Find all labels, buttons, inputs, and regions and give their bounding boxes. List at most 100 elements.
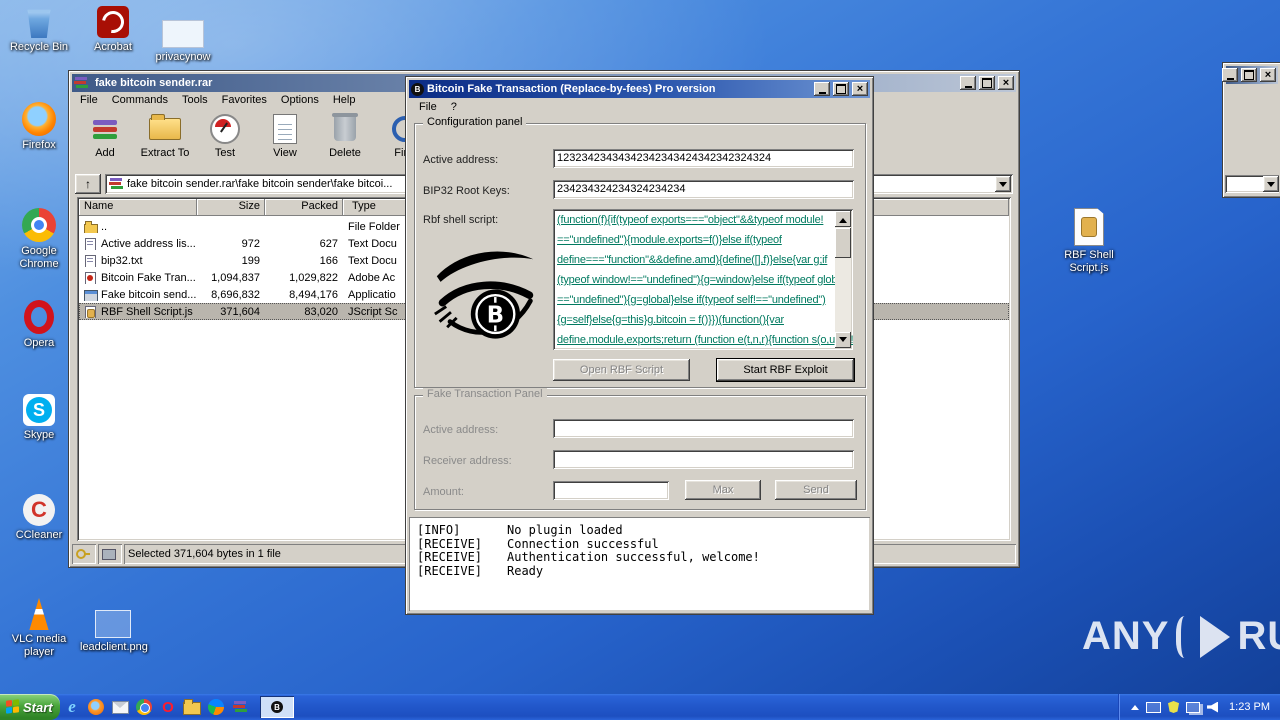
add-archive-icon (93, 120, 117, 139)
desktop-icon-acrobat[interactable]: Acrobat (80, 6, 146, 54)
menu-file[interactable]: File (412, 99, 444, 115)
amount-spinner-input[interactable] (553, 481, 669, 500)
ccleaner-icon: C (23, 494, 55, 526)
max-button[interactable]: Max (685, 480, 761, 500)
menu-help[interactable]: Help (326, 92, 363, 108)
scrollbar[interactable] (835, 211, 851, 348)
watermark-text-right: RUN (1237, 614, 1280, 659)
tray-expand-icon[interactable] (1131, 701, 1139, 710)
scroll-up-button[interactable] (835, 211, 851, 227)
toolbar-label: Extract To (141, 147, 190, 159)
quicklaunch-mail[interactable] (108, 695, 132, 719)
open-rbf-script-button[interactable]: Open RBF Script (553, 359, 690, 381)
close-button[interactable]: × (998, 76, 1014, 90)
desktop-icon-skype[interactable]: S Skype (6, 394, 72, 442)
background-window-titlebar[interactable]: × (1226, 66, 1278, 84)
bip32-root-keys-input[interactable]: 234234324234324234234 (553, 180, 854, 199)
desktop-icon-vlc[interactable]: VLC media player (6, 598, 72, 659)
toolbar-label: Add (95, 147, 115, 159)
maximize-button[interactable] (1241, 68, 1257, 82)
start-rbf-exploit-button[interactable]: Start RBF Exploit (717, 359, 854, 381)
dropdown-button[interactable] (1263, 176, 1279, 192)
quicklaunch-ie[interactable]: e (60, 695, 84, 719)
toolbar-view-button[interactable]: View (257, 109, 313, 171)
scroll-down-button[interactable] (835, 332, 851, 348)
quicklaunch-folder[interactable] (180, 695, 204, 719)
disk-icon (102, 549, 116, 560)
firefox-icon (88, 699, 104, 715)
fake-transaction-panel-group: Fake Transaction Panel Active address: R… (414, 395, 866, 510)
background-address-bar[interactable] (1225, 175, 1279, 193)
winrar-menubar: File Commands Tools Favorites Options He… (73, 92, 362, 108)
mail-icon (112, 701, 129, 714)
menu-commands[interactable]: Commands (105, 92, 175, 108)
desktop: Recycle Bin Acrobat privacynow Firefox G… (0, 0, 1280, 720)
active-task-button[interactable]: B (260, 696, 294, 718)
watermark-text-left: ANY (1082, 614, 1169, 659)
volume-icon[interactable] (1207, 702, 1218, 713)
active-address-input[interactable]: 12323423434342342343424342342324324 (553, 149, 854, 168)
receiver-address-label: Receiver address: (423, 455, 512, 467)
minimize-button[interactable] (960, 76, 976, 90)
chevron-down-icon (839, 337, 847, 346)
header-size[interactable]: Size (197, 199, 265, 216)
quicklaunch-opera[interactable]: O (156, 695, 180, 719)
configuration-panel-group: Configuration panel Active address: 1232… (414, 123, 866, 388)
close-button[interactable]: × (852, 82, 868, 96)
desktop-icon-firefox[interactable]: Firefox (6, 102, 72, 152)
desktop-icon-opera[interactable]: Opera (6, 300, 72, 350)
header-name[interactable]: Name (79, 199, 197, 216)
text-file-icon (84, 255, 97, 267)
minimize-button[interactable] (814, 82, 830, 96)
menu-favorites[interactable]: Favorites (215, 92, 274, 108)
receiver-address-input[interactable] (553, 450, 854, 469)
desktop-icon-rbf-shell-script[interactable]: RBF Shell Script.js (1056, 208, 1122, 275)
menu-tools[interactable]: Tools (175, 92, 215, 108)
bip32-root-keys-label: BIP32 Root Keys: (423, 185, 510, 197)
log-line: [RECEIVE]Authentication successful, welc… (417, 551, 862, 565)
desktop-icon-recycle-bin[interactable]: Recycle Bin (6, 6, 72, 54)
scrollbar-thumb[interactable] (835, 228, 851, 258)
toolbar-label: Test (215, 147, 235, 159)
toolbar-add-button[interactable]: Add (77, 109, 133, 171)
minimize-button[interactable] (1222, 68, 1238, 82)
desktop-icon-leadclient[interactable]: leadclient.png (80, 610, 146, 654)
keyboard-layout-icon[interactable] (1146, 702, 1161, 713)
system-tray: 1:23 PM (1118, 694, 1280, 720)
toolbar-delete-button[interactable]: Delete (317, 109, 373, 171)
quicklaunch-winrar[interactable] (228, 695, 252, 719)
quicklaunch-media-player[interactable] (204, 695, 228, 719)
log-line: [RECEIVE]Connection successful (417, 538, 862, 552)
toolbar-extract-button[interactable]: Extract To (137, 109, 193, 171)
quicklaunch-chrome[interactable] (132, 695, 156, 719)
address-dropdown-button[interactable] (995, 176, 1011, 192)
extract-folder-icon (149, 118, 181, 140)
quicklaunch-firefox[interactable] (84, 695, 108, 719)
maximize-button[interactable] (833, 82, 849, 96)
icon-label: leadclient.png (80, 641, 146, 654)
menu-help[interactable]: ? (444, 99, 464, 115)
dialog-log-output: [INFO]No plugin loaded [RECEIVE]Connecti… (409, 517, 870, 611)
toolbar-test-button[interactable]: Test (197, 109, 253, 171)
network-icon[interactable] (1186, 702, 1200, 713)
maximize-button[interactable] (979, 76, 995, 90)
start-button[interactable]: Start (0, 694, 60, 720)
menu-options[interactable]: Options (274, 92, 326, 108)
desktop-icon-google-chrome[interactable]: Google Chrome (6, 208, 72, 271)
rbf-script-textarea[interactable]: (function(f){if(typeof exports==="object… (553, 209, 853, 350)
view-document-icon (273, 114, 297, 144)
folder-icon (183, 702, 201, 715)
security-shield-icon[interactable] (1168, 701, 1179, 713)
header-packed[interactable]: Packed (265, 199, 343, 216)
send-button[interactable]: Send (775, 480, 857, 500)
windows-flag-icon (6, 699, 19, 714)
desktop-icon-ccleaner[interactable]: C CCleaner (6, 494, 72, 542)
close-button[interactable]: × (1260, 68, 1276, 82)
chrome-icon (22, 208, 56, 242)
menu-file[interactable]: File (73, 92, 105, 108)
dialog-titlebar[interactable]: B Bitcoin Fake Transaction (Replace-by-f… (409, 80, 870, 98)
desktop-icon-privacynow[interactable]: privacynow (150, 20, 216, 64)
toolbar-label: Delete (329, 147, 361, 159)
fake-active-address-input[interactable] (553, 419, 854, 438)
up-one-level-button[interactable]: ↑ (75, 174, 101, 194)
